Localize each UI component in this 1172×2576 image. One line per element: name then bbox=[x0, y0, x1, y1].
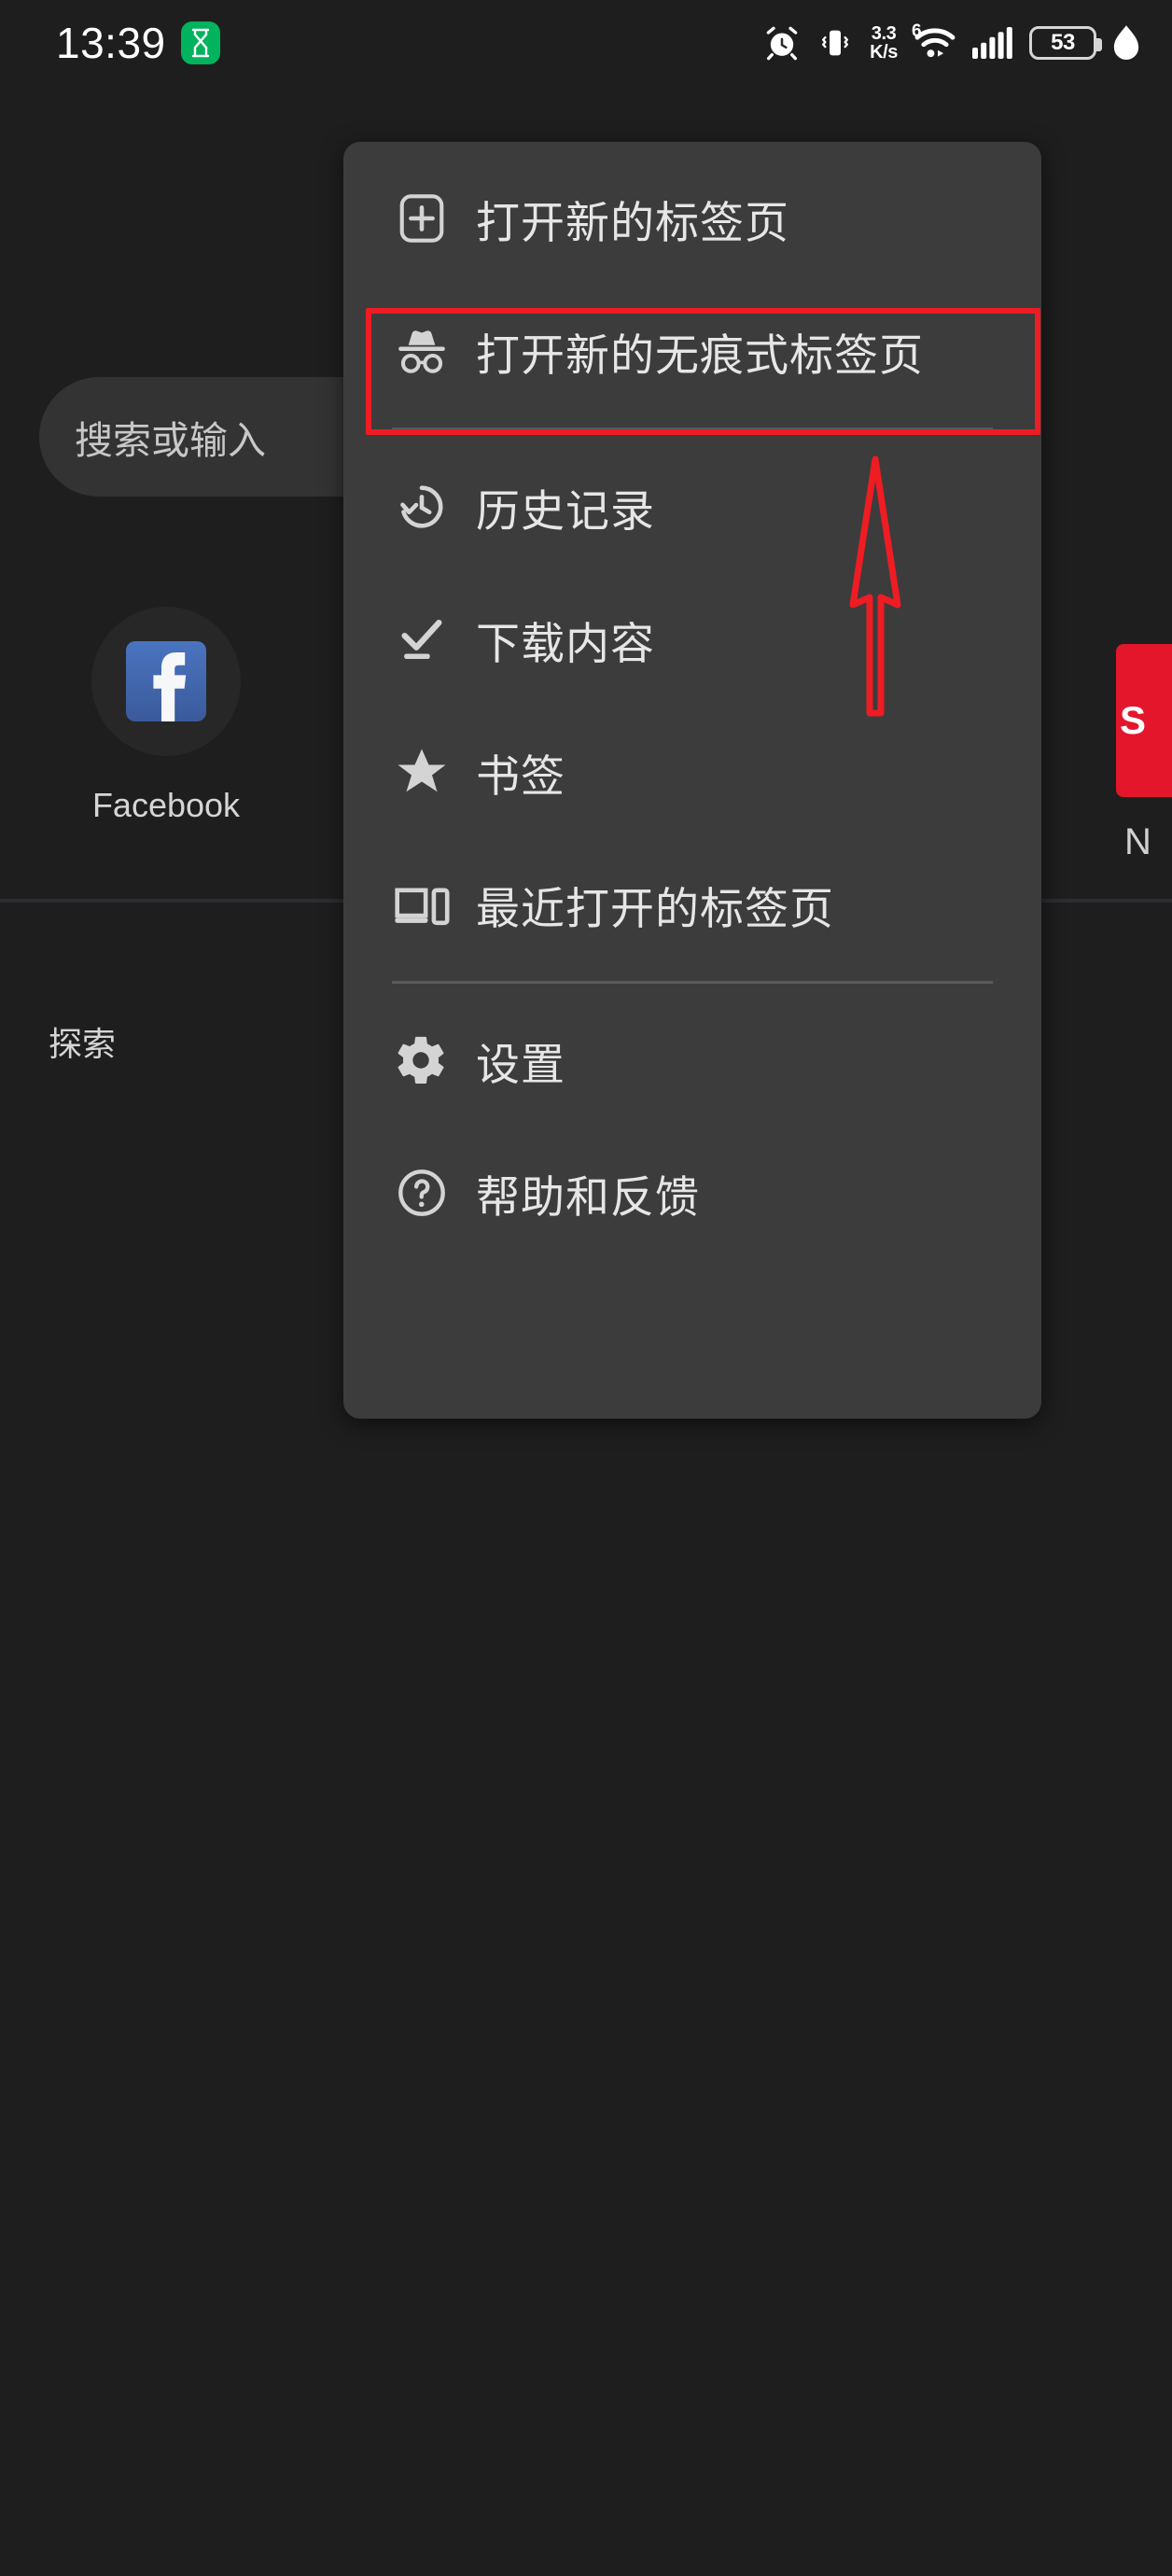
status-bar-left: 13:39 bbox=[56, 18, 220, 68]
shortcut-tile-label: Facebook bbox=[91, 786, 241, 824]
menu-item-new-tab[interactable]: 打开新的标签页 bbox=[343, 162, 1041, 274]
menu-item-new-incognito-tab[interactable]: 打开新的无痕式标签页 bbox=[343, 295, 1041, 407]
leaf-icon bbox=[1112, 25, 1140, 61]
battery-icon: 53 bbox=[1029, 26, 1102, 60]
history-icon bbox=[392, 477, 452, 537]
menu-gap bbox=[343, 960, 1041, 981]
menu-item-recent-tabs[interactable]: 最近打开的标签页 bbox=[343, 848, 1041, 960]
status-bar-right: 3.3 K/s 6 53 bbox=[763, 22, 1140, 62]
battery-level: 53 bbox=[1051, 30, 1075, 55]
alarm-clock-icon bbox=[763, 24, 801, 62]
menu-gap bbox=[343, 274, 1041, 295]
status-bar: 13:39 3.3 K/s 6 53 bbox=[0, 0, 1172, 86]
phone-screen: 13:39 3.3 K/s 6 53 搜索或输入 Facebook S N 探索… bbox=[0, 0, 1172, 2576]
network-speed-unit: K/s bbox=[870, 42, 898, 63]
hourglass-icon bbox=[180, 21, 220, 64]
menu-gap bbox=[343, 563, 1041, 583]
facebook-icon bbox=[91, 607, 241, 756]
incognito-icon bbox=[392, 321, 452, 381]
browser-overflow-menu: 打开新的标签页 打开新的无痕式标签页 历史记录 下载内容 书签 最近打开的标签页… bbox=[343, 142, 1041, 1419]
download-icon bbox=[392, 609, 452, 669]
menu-gap bbox=[343, 407, 1041, 427]
help-circle-icon bbox=[392, 1163, 452, 1223]
network-speed-indicator: 3.3 K/s bbox=[870, 24, 898, 62]
star-icon bbox=[392, 742, 452, 802]
menu-gap bbox=[343, 984, 1041, 1004]
menu-gap bbox=[343, 430, 1041, 451]
search-placeholder: 搜索或输入 bbox=[75, 419, 266, 462]
menu-gap bbox=[343, 695, 1041, 716]
new-tab-icon bbox=[392, 189, 452, 248]
vibrate-icon bbox=[816, 24, 854, 62]
menu-item-label: 书签 bbox=[476, 750, 565, 801]
network-speed-value: 3.3 bbox=[871, 23, 897, 44]
recent-tabs-icon bbox=[392, 875, 452, 934]
menu-item-help-and-feedback[interactable]: 帮助和反馈 bbox=[343, 1137, 1041, 1249]
explore-section-title: 探索 bbox=[49, 1025, 117, 1063]
menu-item-label: 历史记录 bbox=[476, 485, 655, 536]
facebook-logo bbox=[126, 641, 206, 721]
menu-gap bbox=[343, 828, 1041, 848]
wifi-generation-label: 6 bbox=[912, 21, 922, 41]
menu-item-label: 打开新的标签页 bbox=[476, 197, 789, 247]
news-site-icon: S bbox=[1120, 698, 1147, 742]
menu-item-label: 帮助和反馈 bbox=[476, 1171, 700, 1222]
wifi-icon: 6 bbox=[912, 22, 956, 60]
menu-item-label: 最近打开的标签页 bbox=[476, 883, 834, 933]
menu-top-gap bbox=[343, 142, 1041, 162]
shortcut-tile-facebook[interactable]: Facebook bbox=[54, 607, 278, 825]
shortcut-tile-label-news: N bbox=[1124, 821, 1151, 862]
menu-item-label: 设置 bbox=[476, 1039, 565, 1089]
shortcut-tile-news-thumb[interactable]: S bbox=[1116, 644, 1172, 797]
menu-gap bbox=[343, 1116, 1041, 1137]
menu-item-label: 下载内容 bbox=[476, 618, 655, 668]
gear-icon bbox=[392, 1030, 452, 1090]
cellular-signal-icon bbox=[972, 27, 1013, 59]
menu-item-history[interactable]: 历史记录 bbox=[343, 451, 1041, 563]
menu-item-bookmarks[interactable]: 书签 bbox=[343, 716, 1041, 828]
menu-item-label: 打开新的无痕式标签页 bbox=[476, 329, 924, 380]
status-clock: 13:39 bbox=[56, 19, 166, 67]
menu-item-downloads[interactable]: 下载内容 bbox=[343, 583, 1041, 695]
menu-item-settings[interactable]: 设置 bbox=[343, 1004, 1041, 1116]
